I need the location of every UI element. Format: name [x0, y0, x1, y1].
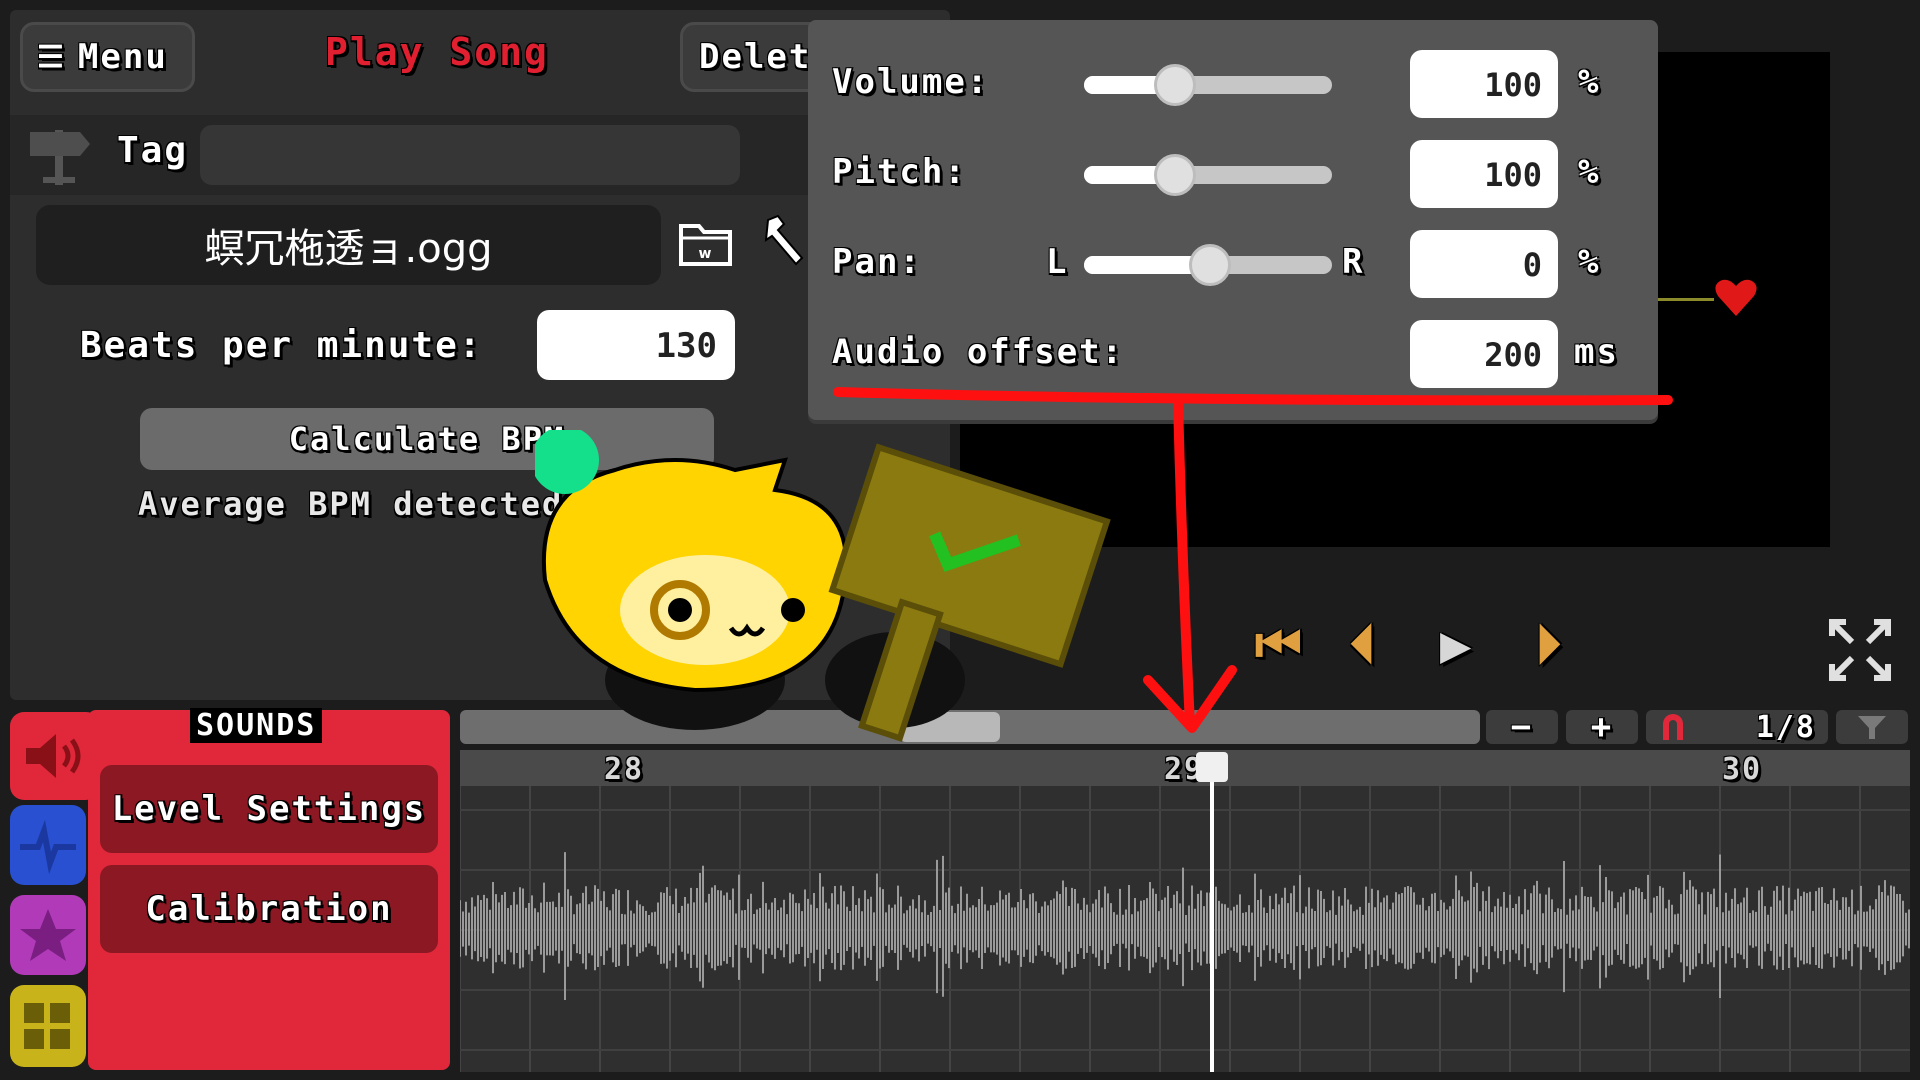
grid-icon [24, 1003, 70, 1049]
tab-windows[interactable] [10, 985, 86, 1067]
tab-rhythm[interactable] [10, 805, 86, 885]
fullscreen-icon[interactable] [1828, 618, 1892, 682]
pulse-icon [20, 819, 76, 875]
skip-to-start-button[interactable]: ⏮ [1255, 615, 1304, 676]
pan-input[interactable]: 0 [1410, 230, 1558, 298]
pitch-unit: % [1578, 152, 1601, 192]
wrench-icon[interactable] [760, 212, 810, 267]
tag-label: Tag [117, 130, 189, 171]
zoom-out-label: − [1510, 707, 1534, 747]
playhead[interactable] [1210, 752, 1214, 1072]
magnet-icon [1663, 714, 1683, 740]
bpm-input[interactable]: 130 [537, 310, 735, 380]
skip-to-start-icon: ⏮ [1255, 615, 1304, 675]
calibration-label: Calibration [145, 889, 393, 929]
tab-effects[interactable] [10, 895, 86, 975]
calculate-bpm-label: Calculate BPM [288, 420, 566, 458]
audio-offset-input[interactable]: 200 [1410, 320, 1558, 388]
snap-value: 1/8 [1755, 709, 1816, 745]
volume-label: Volume: [832, 62, 990, 102]
pan-left-label: L [1046, 242, 1069, 282]
level-settings-label: Level Settings [111, 789, 427, 829]
bpm-label: Beats per minute: [80, 325, 483, 366]
level-settings-button[interactable]: Level Settings [100, 765, 438, 853]
speaker-icon [26, 734, 81, 778]
pitch-label: Pitch: [832, 152, 967, 192]
audio-offset-label: Audio offset: [832, 332, 1125, 372]
waveform-timeline[interactable] [459, 750, 1910, 1072]
calibration-button[interactable]: Calibration [100, 865, 438, 953]
pitch-slider-thumb[interactable] [1154, 154, 1196, 196]
playhead-handle[interactable] [1196, 752, 1228, 782]
step-forward-icon: ⏵ [1535, 615, 1564, 675]
volume-slider[interactable] [1084, 64, 1332, 106]
step-forward-button[interactable]: ⏵ [1535, 615, 1563, 676]
pan-right-label: R [1342, 242, 1365, 282]
zoom-out-button[interactable]: − [1486, 707, 1558, 747]
mascot-sticker [535, 430, 1111, 742]
pan-slider[interactable] [1084, 244, 1332, 286]
heart-icon [1715, 279, 1757, 316]
tab-sounds[interactable] [10, 712, 100, 800]
audio-file-name[interactable]: 螟冗柂透ョ.ogg [36, 205, 661, 285]
pitch-input[interactable]: 100 [1410, 140, 1558, 208]
snap-control[interactable]: 1/8 [1646, 709, 1828, 745]
folder-icon[interactable]: w [678, 218, 733, 268]
star-icon [20, 909, 76, 961]
svg-text:w: w [699, 246, 712, 262]
step-back-icon: ⏴ [1350, 615, 1379, 675]
audio-settings-popup: Volume: 100 % Pitch: 100 % Pan: L R 0 % … [808, 20, 1658, 420]
menu-button[interactable]: ☰ Menu [20, 22, 195, 92]
step-back-button[interactable]: ⏴ [1350, 615, 1378, 676]
zoom-in-label: + [1590, 707, 1614, 747]
play-icon: ▶ [1440, 615, 1474, 675]
hamburger-icon: ☰ [37, 39, 66, 75]
pitch-slider[interactable] [1084, 154, 1332, 196]
pan-slider-thumb[interactable] [1189, 244, 1231, 286]
volume-input[interactable]: 100 [1410, 50, 1558, 118]
ruler-mark-30: 30 [1722, 752, 1763, 787]
heart-connector-line [1658, 298, 1714, 301]
filter-button[interactable] [1836, 710, 1908, 744]
signpost-icon [30, 130, 90, 185]
play-song-tab[interactable]: Play Song [325, 30, 549, 74]
sounds-panel-title: SOUNDS [190, 708, 323, 743]
tag-input[interactable] [200, 125, 740, 185]
pan-unit: % [1578, 242, 1601, 282]
menu-label: Menu [77, 37, 168, 77]
audio-offset-unit: ms [1574, 332, 1619, 372]
filter-icon [1858, 716, 1886, 739]
volume-unit: % [1578, 62, 1601, 102]
pan-label: Pan: [832, 242, 922, 282]
volume-slider-thumb[interactable] [1154, 64, 1196, 106]
zoom-in-button[interactable]: + [1566, 707, 1638, 747]
play-button[interactable]: ▶ [1440, 615, 1473, 675]
waveform [459, 786, 1910, 1072]
